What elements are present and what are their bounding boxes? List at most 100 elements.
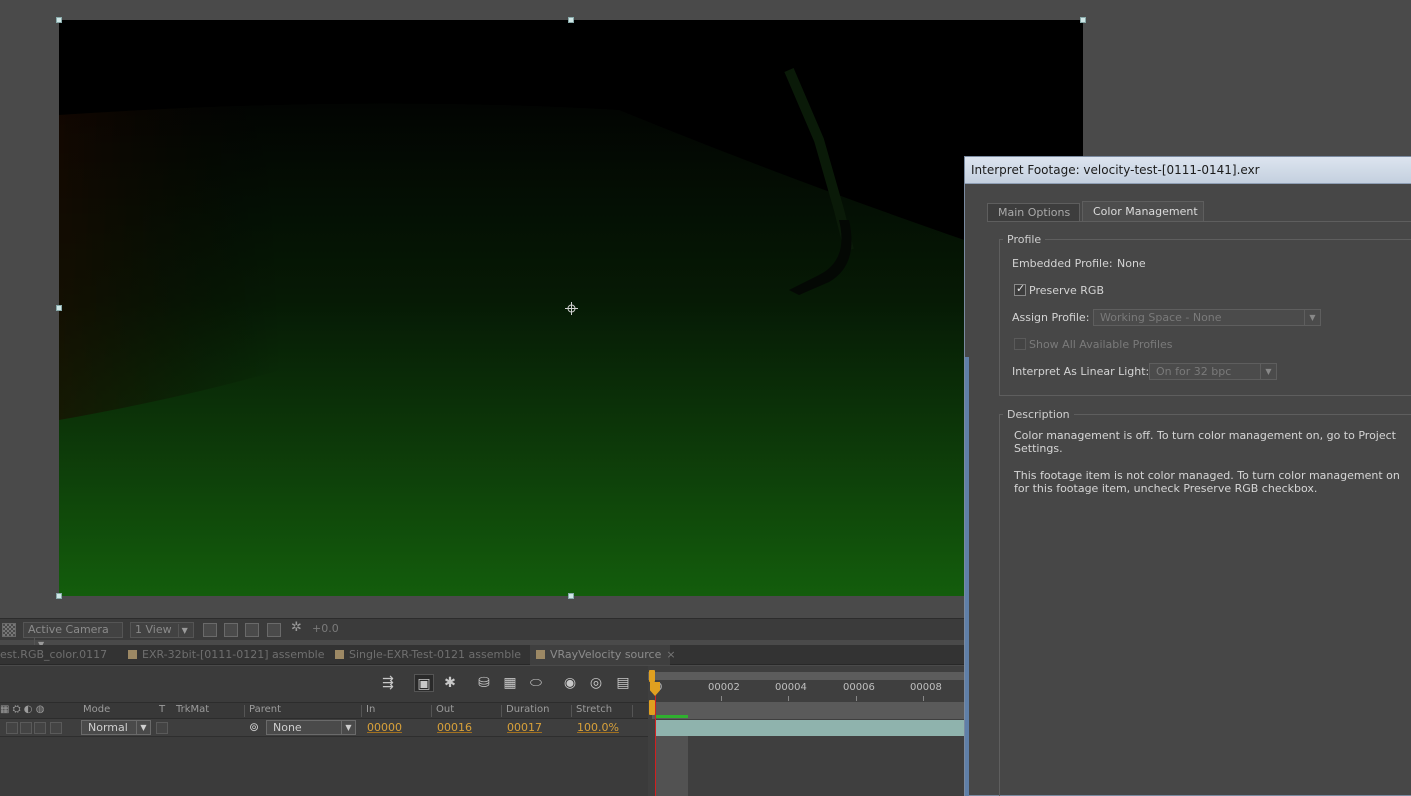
column-divider[interactable]	[361, 705, 362, 717]
chevron-down-icon: ▼	[341, 721, 355, 734]
brainstorm-icon[interactable]: ◉	[560, 674, 580, 692]
shy-layers-icon[interactable]: ✱	[440, 674, 460, 692]
tab-label: Single-EXR-Test-0121 assemble	[349, 648, 522, 661]
layer-switch[interactable]	[6, 722, 18, 734]
tab-main-options[interactable]: Main Options	[987, 203, 1080, 222]
graph-icon[interactable]: ▤	[613, 674, 633, 692]
exposure-value[interactable]: +0.0	[312, 622, 339, 638]
time-navigator-bar[interactable]	[648, 672, 965, 680]
cached-frames-indicator	[656, 715, 688, 718]
parent-dropdown[interactable]: None ▼	[266, 720, 356, 735]
layer-switch[interactable]	[50, 722, 62, 734]
dialog-title-bar[interactable]: Interpret Footage: velocity-test-[0111-0…	[965, 157, 1411, 184]
camera-dropdown-label: Active Camera	[28, 623, 109, 636]
auto-keyframe-icon[interactable]: ◎	[586, 674, 606, 692]
comp-mini-flowchart-icon[interactable]: ⇶	[378, 674, 398, 692]
blend-mode-value: Normal	[88, 721, 128, 734]
layer-list-empty-area	[0, 737, 648, 796]
column-divider[interactable]	[571, 705, 572, 717]
preserve-transparency-toggle[interactable]	[156, 722, 168, 734]
switches-icons: ▦ ⛭ ◐ ◍	[0, 704, 45, 715]
column-mode: Mode	[83, 704, 111, 715]
toggle-pixel-aspect-icon[interactable]	[203, 623, 217, 637]
tab-single-exr[interactable]: Single-EXR-Test-0121 assemble	[329, 645, 524, 665]
column-divider[interactable]	[431, 705, 432, 717]
tab-color-management[interactable]: Color Management	[1082, 201, 1204, 222]
exposure-icon[interactable]: ✲	[291, 621, 302, 637]
tab-exr-32bit[interactable]: EXR-32bit-[0111-0121] assemble	[122, 645, 325, 665]
time-ruler[interactable]: 0 00002 00004 00006 00008	[648, 666, 965, 796]
frame-blending-icon[interactable]: ⛁	[474, 674, 494, 692]
transparency-grid-icon[interactable]	[2, 623, 16, 637]
layer-row[interactable]: Normal ▼ ⊚ None ▼ 00000 00016 00017 100.…	[0, 719, 648, 737]
motion-blur-icon[interactable]: ▦	[500, 674, 520, 692]
transform-handle[interactable]	[56, 305, 62, 311]
layer-duration-bar[interactable]	[656, 720, 965, 736]
interpret-footage-dialog: Interpret Footage: velocity-test-[0111-0…	[964, 156, 1411, 796]
parent-value: None	[273, 721, 302, 734]
graph-editor-icon[interactable]: ⬭	[526, 674, 546, 692]
linear-light-dropdown[interactable]: On for 32 bpc ▼	[1149, 363, 1277, 380]
column-divider[interactable]	[501, 705, 502, 717]
flowchart-icon[interactable]	[267, 623, 281, 637]
work-area-bar[interactable]	[652, 702, 965, 719]
anchor-point-icon[interactable]	[565, 302, 578, 315]
assign-profile-label: Assign Profile:	[1012, 311, 1090, 324]
preserve-rgb-checkbox[interactable]	[1014, 282, 1026, 296]
layer-switch[interactable]	[20, 722, 32, 734]
description-text-2: This footage item is not color managed. …	[1014, 469, 1400, 495]
blend-mode-dropdown[interactable]: Normal ▼	[81, 720, 151, 735]
transform-handle[interactable]	[568, 593, 574, 599]
ruler-label: 00008	[910, 682, 942, 693]
timeline-tabs: est.RGB_color.0117 EXR-32bit-[0111-0121]…	[0, 645, 965, 665]
parent-pickwhip-icon[interactable]: ⊚	[249, 720, 259, 734]
out-point-value[interactable]: 00016	[437, 721, 472, 734]
chevron-down-icon: ▼	[177, 624, 188, 638]
description-group-title: Description	[1003, 408, 1074, 421]
ruler-label: 00006	[843, 682, 875, 693]
tab-label: Color Management	[1093, 205, 1198, 218]
assign-profile-dropdown[interactable]: Working Space - None ▼	[1093, 309, 1321, 326]
column-out: Out	[436, 704, 455, 715]
preserve-rgb-label[interactable]: Preserve RGB	[1029, 284, 1104, 297]
playhead-icon[interactable]	[650, 682, 660, 696]
column-trkmat: TrkMat	[176, 704, 210, 715]
column-t: T	[159, 704, 166, 715]
view-layout-label: 1 View	[135, 623, 172, 636]
transform-handle[interactable]	[1080, 17, 1086, 23]
ruler-tick	[856, 696, 857, 701]
comp-color-swatch	[335, 650, 344, 659]
view-layout-dropdown[interactable]: 1 View ▼	[130, 622, 194, 638]
timeline-icon[interactable]	[245, 623, 259, 637]
column-divider[interactable]	[244, 705, 245, 717]
timeline-column-header: ▦ ⛭ ◐ ◍ Mode T TrkMat Parent In Out Dura…	[0, 702, 648, 719]
column-stretch: Stretch	[576, 704, 613, 715]
show-all-profiles-label[interactable]: Show All Available Profiles	[1029, 338, 1173, 351]
close-icon[interactable]: ×	[666, 648, 675, 661]
window-edge	[965, 357, 969, 796]
time-navigator-start-handle[interactable]	[649, 670, 655, 682]
linear-light-value: On for 32 bpc	[1156, 365, 1232, 378]
duration-value[interactable]: 00017	[507, 721, 542, 734]
linear-light-label: Interpret As Linear Light:	[1012, 365, 1150, 378]
in-point-value[interactable]: 00000	[367, 721, 402, 734]
transform-handle[interactable]	[56, 17, 62, 23]
transform-handle[interactable]	[568, 17, 574, 23]
camera-dropdown[interactable]: Active Camera▼	[23, 622, 123, 652]
layer-switch[interactable]	[34, 722, 46, 734]
column-divider[interactable]	[632, 705, 633, 717]
show-all-profiles-checkbox[interactable]	[1014, 338, 1026, 350]
embedded-profile-label: Embedded Profile:	[1012, 257, 1113, 270]
draft-3d-icon[interactable]: ▣	[414, 674, 434, 692]
tab-rgb-color[interactable]: est.RGB_color.0117	[0, 645, 115, 665]
embedded-profile-value: None	[1117, 257, 1146, 270]
tab-vray-velocity[interactable]: VRayVelocity source ×	[530, 645, 676, 665]
comp-color-swatch	[128, 650, 137, 659]
transform-handle[interactable]	[56, 593, 62, 599]
current-time-indicator[interactable]	[655, 686, 656, 796]
stretch-value[interactable]: 100.0%	[577, 721, 619, 734]
chevron-down-icon: ▼	[1260, 364, 1276, 379]
fast-previews-icon[interactable]	[224, 623, 238, 637]
column-parent: Parent	[249, 704, 282, 715]
ruler-label: 00002	[708, 682, 740, 693]
